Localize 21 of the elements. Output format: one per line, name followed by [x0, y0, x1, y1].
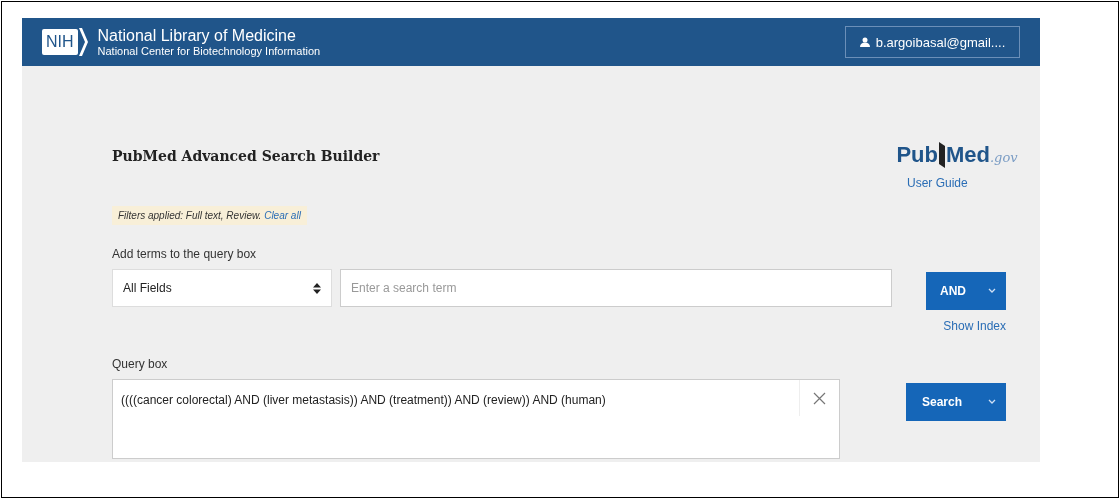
- search-button[interactable]: Search: [906, 383, 1006, 421]
- pubmed-logo[interactable]: Pub Med.gov: [896, 142, 1018, 168]
- page-title: PubMed Advanced Search Builder: [112, 148, 381, 164]
- close-icon: [813, 391, 826, 405]
- sort-arrows-icon: [313, 282, 321, 294]
- account-button[interactable]: b.argoibasal@gmail....: [845, 26, 1020, 58]
- user-icon: [859, 37, 870, 47]
- filters-notice: Filters applied: Full text, Review. Clear all: [112, 206, 307, 225]
- clear-all-link[interactable]: Clear all: [264, 210, 301, 221]
- query-box-label: Query box: [112, 357, 169, 371]
- add-terms-label: Add terms to the query box: [112, 247, 258, 261]
- site-subtitle: National Center for Biotechnology Information: [97, 44, 321, 58]
- show-index-link[interactable]: Show Index: [943, 319, 1006, 333]
- query-box[interactable]: ((((cancer colorectal) AND (liver metastasis)) AND (treatment)) AND (review)) AND (human): [112, 379, 840, 459]
- field-select[interactable]: All Fields: [112, 269, 332, 307]
- chevron-down-icon: [988, 288, 996, 294]
- user-guide-link[interactable]: User Guide: [907, 176, 968, 190]
- chevron-down-icon: [988, 399, 996, 405]
- site-title: National Library of Medicine: [97, 26, 297, 45]
- search-term-field[interactable]: Enter a search term: [340, 269, 892, 307]
- and-operator-button[interactable]: AND: [926, 272, 1006, 310]
